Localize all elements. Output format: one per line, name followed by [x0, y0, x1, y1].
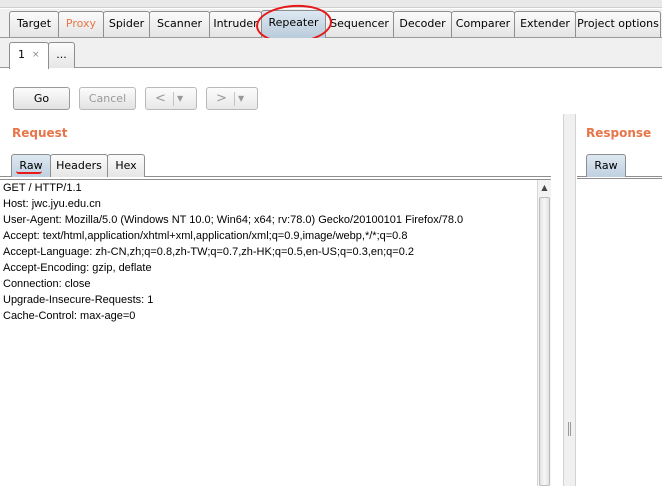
- request-line: Cache-Control: max-age=0: [3, 310, 136, 322]
- tab-scanner[interactable]: Scanner: [149, 11, 210, 37]
- tab-repeater[interactable]: Repeater: [261, 10, 326, 38]
- forward-button[interactable]: > ▼: [206, 87, 258, 110]
- tab-extender[interactable]: Extender: [514, 11, 576, 37]
- request-line: Accept-Language: zh-CN,zh;q=0.8,zh-TW;q=…: [3, 246, 415, 258]
- scroll-up-icon[interactable]: ▲: [539, 181, 550, 194]
- window-top-strip: [0, 0, 662, 8]
- response-editor[interactable]: [577, 178, 662, 486]
- request-line: Accept-Encoding: gzip, deflate: [3, 262, 152, 274]
- tab-decoder[interactable]: Decoder: [393, 11, 452, 37]
- response-view-tabs: Raw: [577, 152, 662, 177]
- tab-proxy[interactable]: Proxy: [58, 11, 104, 37]
- tab-target[interactable]: Target: [9, 11, 59, 37]
- button-separator: [173, 92, 174, 106]
- response-tab-raw[interactable]: Raw: [586, 154, 626, 177]
- request-view-tabs: Raw Headers Hex: [0, 152, 551, 177]
- repeater-sub-tab-bar: 1 × ...: [0, 38, 662, 69]
- repeater-tab-1[interactable]: 1 ×: [9, 42, 49, 69]
- go-button[interactable]: Go: [13, 87, 70, 110]
- tab-sequencer[interactable]: Sequencer: [325, 11, 394, 37]
- annotation-underline: [16, 171, 42, 174]
- response-title: Response: [586, 126, 652, 140]
- request-tab-headers[interactable]: Headers: [50, 154, 108, 177]
- tab-intruder[interactable]: Intruder: [209, 11, 262, 37]
- request-title: Request: [12, 126, 68, 140]
- request-tab-hex[interactable]: Hex: [107, 154, 145, 177]
- request-line: Host: jwc.jyu.edu.cn: [3, 198, 101, 210]
- repeater-tab-number: 1: [18, 48, 25, 61]
- back-button[interactable]: < ▼: [145, 87, 197, 110]
- request-line: Upgrade-Insecure-Requests: 1: [3, 294, 154, 306]
- request-line: Accept: text/html,application/xhtml+xml,…: [3, 230, 408, 242]
- back-arrow-icon: <: [155, 91, 166, 106]
- tab-spider[interactable]: Spider: [103, 11, 150, 37]
- scrollbar-thumb[interactable]: [539, 197, 550, 486]
- splitter-grip-icon: [568, 422, 571, 436]
- request-scrollbar[interactable]: ▲: [537, 180, 551, 486]
- request-line: GET / HTTP/1.1: [3, 182, 82, 194]
- main-tab-bar: Target Proxy Spider Scanner Intruder Rep…: [0, 9, 662, 38]
- request-line: User-Agent: Mozilla/5.0 (Windows NT 10.0…: [3, 214, 464, 226]
- request-editor[interactable]: GET / HTTP/1.1 Host: jwc.jyu.edu.cn User…: [0, 179, 551, 486]
- new-tab-button[interactable]: ...: [48, 42, 75, 68]
- tab-project-options[interactable]: Project options: [575, 11, 661, 37]
- tab-comparer[interactable]: Comparer: [451, 11, 515, 37]
- request-line: Connection: close: [3, 278, 91, 290]
- close-icon[interactable]: ×: [32, 43, 40, 67]
- chevron-down-icon: ▼: [238, 94, 245, 103]
- button-separator: [234, 92, 235, 106]
- chevron-down-icon: ▼: [177, 94, 184, 103]
- panel-splitter[interactable]: [563, 114, 576, 486]
- cancel-button[interactable]: Cancel: [79, 87, 136, 110]
- forward-arrow-icon: >: [216, 91, 227, 106]
